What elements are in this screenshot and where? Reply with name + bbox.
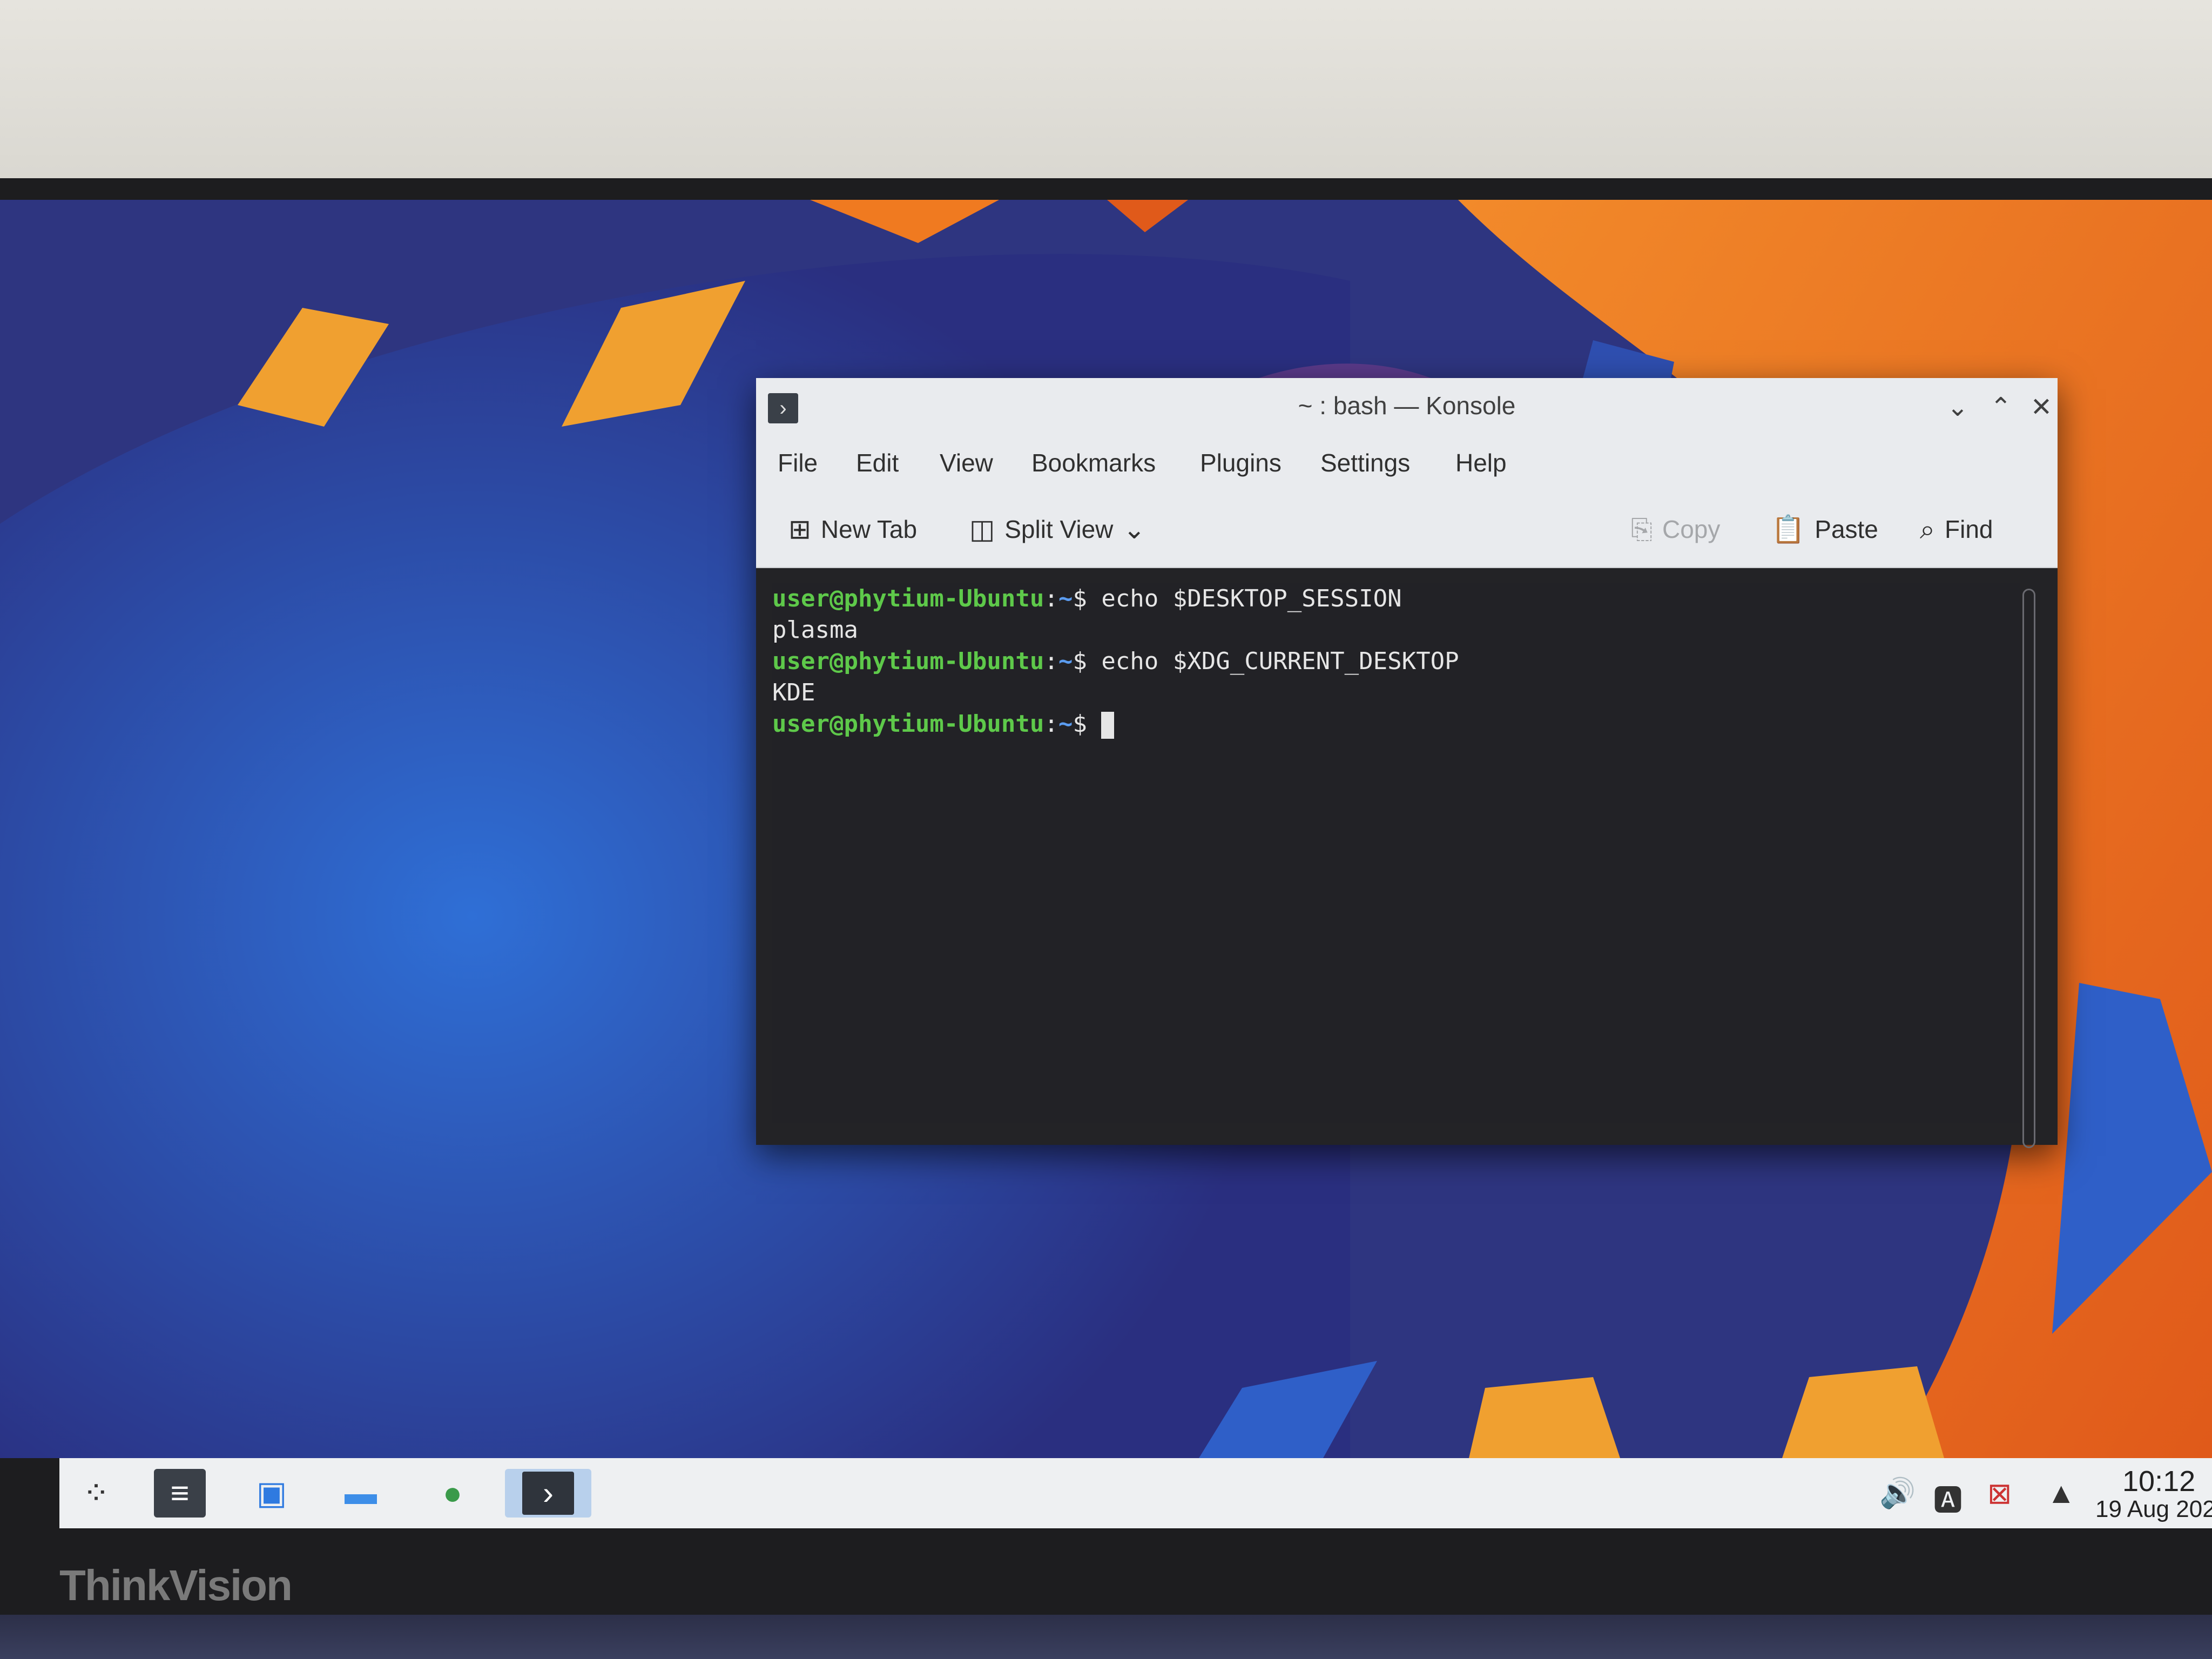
menu-plugins[interactable]: Plugins	[1200, 448, 1282, 477]
clock-date[interactable]: 19 Aug 202	[2095, 1496, 2212, 1523]
copy-icon: ⎘	[1631, 514, 1653, 544]
konsole-icon[interactable]: ›	[505, 1469, 591, 1518]
new-tab-button[interactable]: ⊞ New Tab	[788, 513, 917, 545]
prompt-dollar: $	[1073, 648, 1087, 675]
prompt-dollar: $	[1073, 710, 1087, 738]
terminal-area[interactable]: user@phytium-Ubuntu:~$ echo $DESKTOP_SES…	[772, 583, 2020, 1123]
prompt-path: ~	[1058, 710, 1073, 738]
prompt-colon: :	[1044, 710, 1058, 738]
new-tab-icon: ⊞	[788, 514, 811, 544]
paste-label: Paste	[1815, 515, 1878, 543]
terminal-output: plasma	[772, 616, 858, 644]
copy-label: Copy	[1662, 515, 1721, 543]
volume-icon[interactable]: 🔊	[1879, 1476, 1916, 1510]
konsole-window[interactable]: › ~ : bash — Konsole ⌄ ⌃ ✕ File Edit Vie…	[756, 378, 2058, 1148]
monitor-brand-logo: ThinkVision	[59, 1561, 293, 1609]
prompt-colon: :	[1044, 585, 1058, 612]
find-label: Find	[1945, 515, 1993, 543]
wall-background	[0, 0, 2212, 205]
menu-help[interactable]: Help	[1455, 448, 1507, 477]
paste-icon: 📋	[1771, 514, 1805, 544]
prompt-path: ~	[1058, 648, 1073, 675]
command-text	[1087, 710, 1102, 738]
paste-button[interactable]: 📋 Paste	[1771, 513, 1878, 545]
prompt-path: ~	[1058, 585, 1073, 612]
terminal-line: user@phytium-Ubuntu:~$ echo $DESKTOP_SES…	[772, 583, 1402, 615]
menu-bookmarks[interactable]: Bookmarks	[1031, 448, 1156, 477]
menu-settings[interactable]: Settings	[1320, 448, 1410, 477]
terminal-line: user@phytium-Ubuntu:~$	[772, 709, 1115, 740]
menu-file[interactable]: File	[778, 448, 818, 477]
terminal-output: KDE	[772, 679, 815, 706]
prompt-dollar: $	[1073, 585, 1087, 612]
command-text: echo $XDG_CURRENT_DESKTOP	[1087, 648, 1459, 675]
split-view-icon: ◫	[969, 514, 995, 544]
prompt-colon: :	[1044, 648, 1058, 675]
copy-button[interactable]: ⎘ Copy	[1631, 513, 1720, 545]
browser-icon[interactable]: ●	[427, 1469, 478, 1518]
toolbar: ⊞ New Tab ◫ Split View ⌄ ⎘ Copy 📋 Paste …	[756, 491, 2058, 568]
prompt-user: user@phytium-Ubuntu	[772, 710, 1044, 738]
menu-bar: File Edit View Bookmarks Plugins Setting…	[756, 432, 2058, 491]
chevron-down-icon[interactable]: ⌄	[1123, 514, 1145, 545]
terminal-line: user@phytium-Ubuntu:~$ echo $XDG_CURRENT…	[772, 646, 1459, 677]
file-manager-icon[interactable]: ▬	[335, 1469, 387, 1518]
split-view-label: Split View	[1004, 515, 1114, 543]
discover-store-icon[interactable]: ▣	[246, 1469, 298, 1518]
split-view-button[interactable]: ◫ Split View ⌄	[969, 513, 1145, 545]
taskbar: ⁘ ≡ ▣ ▬ ● › 🔊 🅰 ⊠ ▲ 10:12 19 Aug 202	[59, 1458, 2212, 1528]
app-launcher-icon[interactable]: ⁘	[70, 1469, 122, 1518]
search-icon: ⌕	[1920, 514, 1935, 544]
menu-view[interactable]: View	[940, 448, 993, 477]
prompt-user: user@phytium-Ubuntu	[772, 648, 1044, 675]
find-button[interactable]: ⌕ Find	[1920, 513, 1993, 545]
text-cursor	[1101, 712, 1115, 739]
window-title: ~ : bash — Konsole	[1298, 392, 1516, 420]
desk-surface	[0, 1615, 2212, 1659]
close-button[interactable]: ✕	[2022, 389, 2060, 427]
minimize-button[interactable]: ⌄	[1939, 389, 1977, 427]
window-titlebar[interactable]: › ~ : bash — Konsole ⌄ ⌃ ✕	[756, 378, 2058, 433]
keyboard-layout-icon[interactable]: 🅰	[1933, 1476, 1963, 1519]
maximize-button[interactable]: ⌃	[1982, 389, 2020, 427]
menu-edit[interactable]: Edit	[856, 448, 899, 477]
tray-expand-icon[interactable]: ▲	[2047, 1476, 2075, 1510]
new-tab-label: New Tab	[820, 515, 918, 543]
clock-time[interactable]: 10:12	[2122, 1465, 2195, 1498]
settings-icon[interactable]: ≡	[154, 1469, 206, 1518]
terminal-scrollbar[interactable]	[2022, 589, 2035, 1148]
prompt-user: user@phytium-Ubuntu	[772, 585, 1044, 612]
network-disconnected-icon[interactable]: ⊠	[1987, 1476, 2012, 1510]
command-text: echo $DESKTOP_SESSION	[1087, 585, 1402, 612]
